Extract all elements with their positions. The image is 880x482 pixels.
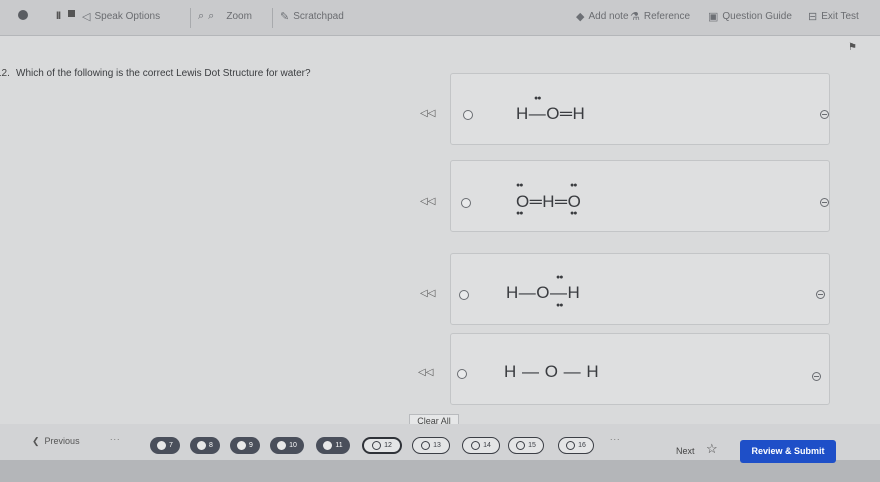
pause-button[interactable]: II [56, 10, 61, 22]
exit-icon: ⊟ [808, 11, 818, 23]
check-icon [277, 441, 287, 450]
lone-pair: ●● [516, 210, 524, 217]
question-nav-button-12[interactable]: 12 [362, 437, 402, 454]
eliminate-icon[interactable] [816, 290, 825, 299]
lone-pair: ●● [556, 302, 564, 309]
flag-icon[interactable]: ⚑ [848, 42, 857, 53]
question-prompt: Which of the following is the correct Le… [16, 68, 311, 79]
lone-pair: ●● [516, 182, 524, 189]
question-nav-label: 10 [289, 442, 297, 449]
speaker-icon[interactable]: ◁◁ [420, 108, 435, 119]
option-3-formula: H—O—H [506, 283, 581, 302]
check-icon [237, 441, 247, 450]
speak-options-button[interactable]: ◁ Speak Options [82, 10, 160, 23]
top-toolbar: II ◁ Speak Options ⌕ ⌕ Zoom ✎ Scratchpad ◆ Ad… [0, 0, 880, 36]
option-2-formula: O═H═O [516, 192, 582, 211]
zoom-button[interactable]: ⌕ ⌕ Zoom [198, 10, 252, 23]
circle-icon [516, 441, 526, 450]
add-note-button[interactable]: ◆ Add note [576, 10, 629, 23]
answer-option-1[interactable] [450, 73, 830, 145]
option-3-radio[interactable] [459, 290, 469, 300]
question-nav-button-7[interactable]: 7 [150, 437, 180, 454]
question-nav-button-9[interactable]: 9 [230, 437, 260, 454]
option-1-formula: H—O═H [516, 104, 586, 123]
eliminate-icon[interactable] [820, 198, 829, 207]
star-icon[interactable]: ☆ [706, 441, 718, 457]
question-guide-button[interactable]: ▣ Question Guide [708, 10, 792, 23]
previous-button[interactable]: ❮ Previous [32, 436, 80, 447]
question-number: 12. [0, 68, 10, 79]
bottom-strip [0, 460, 880, 482]
check-icon [323, 441, 333, 450]
zoom-out-icon: ⌕ [208, 10, 215, 22]
circle-icon [471, 441, 481, 450]
circle-icon [566, 441, 576, 450]
scratchpad-button[interactable]: ✎ Scratchpad [280, 10, 344, 23]
check-icon [157, 441, 167, 450]
pencil-icon: ✎ [280, 11, 290, 23]
question-nav-button-14[interactable]: 14 [462, 437, 500, 454]
more-questions-right: ... [610, 432, 621, 442]
speaker-icon[interactable]: ◁◁ [420, 196, 435, 207]
option-2-radio[interactable] [461, 198, 471, 208]
question-nav-label: 9 [249, 442, 253, 449]
more-questions-left: ... [110, 432, 121, 442]
eliminate-icon[interactable] [820, 110, 829, 119]
zoom-in-icon: ⌕ [198, 10, 205, 22]
lone-pair: ●● [556, 274, 564, 281]
check-icon [197, 441, 207, 450]
option-4-formula: H — O — H [504, 362, 600, 381]
question-nav-button-8[interactable]: 8 [190, 437, 220, 454]
speaker-icon: ◁ [82, 11, 91, 23]
question-nav-label: 8 [209, 442, 213, 449]
question-nav-button-10[interactable]: 10 [270, 437, 304, 454]
speaker-icon[interactable]: ◁◁ [420, 288, 435, 299]
lone-pair: ●● [534, 95, 542, 102]
review-submit-button[interactable]: Review & Submit [740, 440, 836, 463]
question-nav-button-16[interactable]: 16 [558, 437, 594, 454]
circle-icon [421, 441, 431, 450]
question-nav-label: 12 [384, 442, 392, 449]
flask-icon: ⚗ [630, 11, 640, 23]
exit-test-button[interactable]: ⊟ Exit Test [808, 10, 859, 23]
question-nav-label: 7 [169, 442, 173, 449]
question-nav-button-13[interactable]: 13 [412, 437, 450, 454]
question-nav-label: 13 [433, 442, 441, 449]
guide-icon: ▣ [708, 11, 719, 23]
lone-pair: ●● [570, 182, 578, 189]
question-nav-label: 16 [578, 442, 586, 449]
chevron-left-icon: ❮ [32, 436, 45, 446]
question-nav-button-15[interactable]: 15 [508, 437, 544, 454]
question-nav-button-11[interactable]: 11 [316, 437, 350, 454]
lone-pair: ●● [570, 210, 578, 217]
note-icon: ◆ [576, 11, 585, 23]
speaker-icon[interactable]: ◁◁ [418, 367, 433, 378]
circle-icon [372, 441, 382, 450]
question-nav-label: 14 [483, 442, 491, 449]
option-4-radio[interactable] [457, 369, 467, 379]
question-nav-label: 15 [528, 442, 536, 449]
answer-option-2[interactable] [450, 160, 830, 232]
option-1-radio[interactable] [463, 110, 473, 120]
menu-icon[interactable] [18, 10, 28, 20]
reference-button[interactable]: ⚗ Reference [630, 10, 690, 23]
stop-button[interactable] [68, 10, 75, 17]
next-button[interactable]: Next [676, 446, 695, 456]
eliminate-icon[interactable] [812, 372, 821, 381]
question-nav-label: 11 [335, 442, 343, 449]
